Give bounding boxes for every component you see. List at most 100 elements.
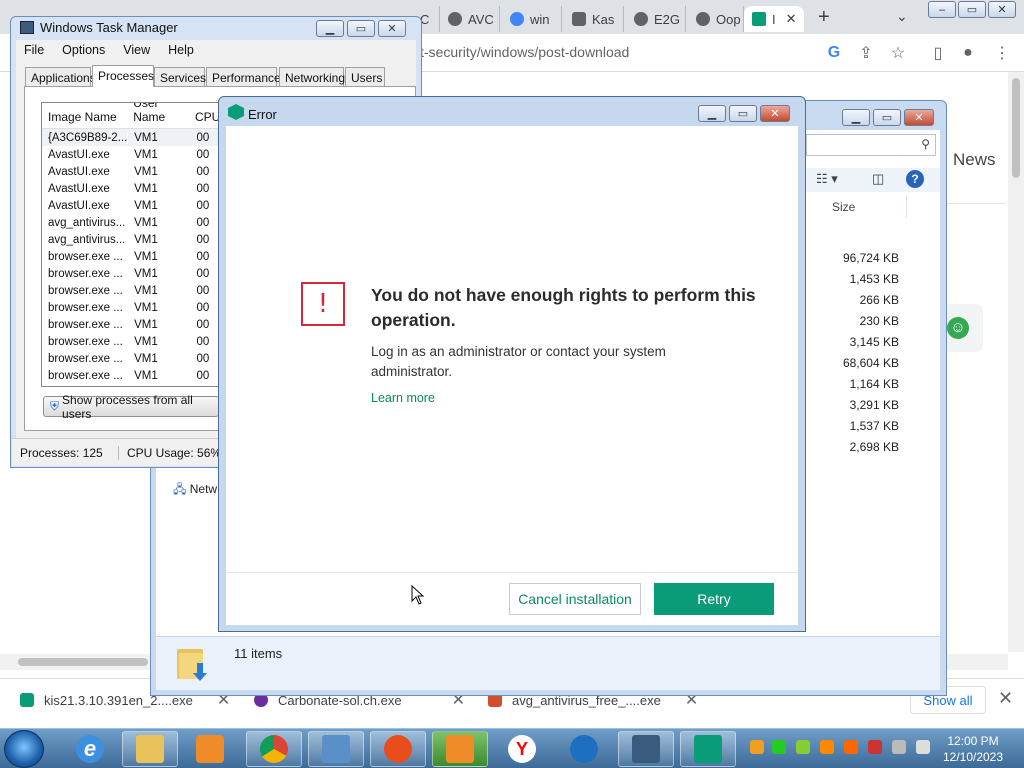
- menu-bar: File Options View Help: [16, 40, 416, 60]
- bookmark-star-icon[interactable]: ☆: [888, 43, 908, 63]
- tab-processes[interactable]: Processes: [92, 65, 154, 87]
- tab-label: win: [530, 11, 550, 27]
- process-row[interactable]: browser.exe ... VM1 00: [42, 265, 220, 282]
- close-button[interactable]: ✕: [760, 105, 790, 122]
- process-row[interactable]: browser.exe ... VM1 00: [42, 248, 220, 265]
- column-image-name[interactable]: Image Name: [42, 110, 126, 124]
- preview-pane-icon[interactable]: ◫: [872, 171, 884, 187]
- tray-network-icon[interactable]: [892, 740, 906, 754]
- tab-applications[interactable]: Applications: [25, 67, 96, 86]
- taskbar-ccleaner[interactable]: [370, 731, 426, 767]
- tab-close-icon[interactable]: ✕: [786, 11, 797, 27]
- taskbar-kaspersky[interactable]: [680, 731, 736, 767]
- maximize-button[interactable]: ▭: [873, 109, 901, 126]
- search-icon: ⚲: [921, 137, 930, 151]
- taskbar-app[interactable]: [556, 731, 612, 767]
- process-row[interactable]: browser.exe ... VM1 00: [42, 333, 220, 350]
- process-row[interactable]: AvastUI.exe VM1 00: [42, 180, 220, 197]
- process-list[interactable]: Image Name User Name CPU {A3C69B89-2... V…: [41, 102, 221, 387]
- maximize-button[interactable]: ▭: [729, 105, 757, 122]
- close-button[interactable]: ✕: [904, 109, 934, 126]
- menu-options[interactable]: Options: [62, 43, 105, 57]
- side-panel-icon[interactable]: ▯: [928, 43, 948, 63]
- taskbar-avast[interactable]: [432, 731, 488, 767]
- minimize-button[interactable]: ▁: [842, 109, 870, 126]
- browser-tab[interactable]: Kas: [564, 6, 624, 32]
- process-row[interactable]: browser.exe ... VM1 00: [42, 299, 220, 316]
- process-row[interactable]: avg_antivirus... VM1 00: [42, 231, 220, 248]
- column-cpu[interactable]: CPU: [190, 110, 220, 124]
- tray-app-icon[interactable]: [820, 740, 834, 754]
- minimize-button[interactable]: ▁: [698, 105, 726, 122]
- menu-file[interactable]: File: [24, 43, 44, 57]
- process-row[interactable]: AvastUI.exe VM1 00: [42, 197, 220, 214]
- menu-view[interactable]: View: [123, 43, 150, 57]
- taskbar-media-player[interactable]: [182, 731, 238, 767]
- tray-app-icon[interactable]: [796, 740, 810, 754]
- kaspersky-icon: [752, 12, 766, 26]
- process-row[interactable]: browser.exe ... VM1 00: [42, 316, 220, 333]
- process-row[interactable]: browser.exe ... VM1 00: [42, 282, 220, 299]
- browser-tab[interactable]: E2G: [626, 6, 686, 32]
- browser-tab-active[interactable]: I ✕: [744, 6, 804, 32]
- tab-search-icon[interactable]: ⌄: [896, 8, 908, 25]
- browser-tab[interactable]: AVC: [440, 6, 500, 32]
- process-row[interactable]: AvastUI.exe VM1 00: [42, 146, 220, 163]
- process-image-cell: AvastUI.exe: [48, 165, 110, 178]
- menu-help[interactable]: Help: [168, 43, 194, 57]
- maximize-button[interactable]: ▭: [347, 20, 375, 37]
- file-size: 96,724 KB: [842, 251, 899, 265]
- share-icon[interactable]: ⇪: [856, 43, 876, 63]
- taskbar-clock[interactable]: 12:00 PM 12/10/2023: [938, 733, 1008, 765]
- taskbar-control-panel[interactable]: [308, 731, 364, 767]
- minimize-button[interactable]: ▁: [316, 20, 344, 37]
- tab-users[interactable]: Users: [345, 67, 385, 86]
- menu-icon[interactable]: ⋮: [992, 43, 1012, 63]
- page-news-link[interactable]: News: [953, 150, 996, 170]
- close-button[interactable]: ✕: [378, 20, 406, 37]
- tab-networking[interactable]: Networking: [279, 67, 345, 86]
- process-row[interactable]: {A3C69B89-2... VM1 00: [42, 129, 220, 146]
- taskbar-ie[interactable]: e: [62, 731, 118, 767]
- process-row[interactable]: browser.exe ... VM1 00: [42, 350, 220, 367]
- start-button[interactable]: [4, 730, 44, 768]
- size-column-header[interactable]: Size: [832, 200, 855, 214]
- help-icon[interactable]: ?: [906, 170, 924, 188]
- process-row[interactable]: AvastUI.exe VM1 00: [42, 163, 220, 180]
- taskbar-task-manager[interactable]: [618, 731, 674, 767]
- tray-flag-icon[interactable]: [868, 740, 882, 754]
- cancel-installation-button[interactable]: Cancel installation: [509, 583, 641, 615]
- scroll-thumb[interactable]: [1012, 78, 1020, 178]
- taskbar-explorer[interactable]: [122, 731, 178, 767]
- maximize-button[interactable]: ▭: [958, 1, 986, 18]
- learn-more-link[interactable]: Learn more: [371, 391, 435, 405]
- tab-services[interactable]: Services: [154, 67, 206, 86]
- minimize-button[interactable]: –: [928, 1, 956, 18]
- address-bar[interactable]: t-security/windows/post-download: [420, 44, 629, 60]
- profile-icon[interactable]: ●: [958, 43, 978, 63]
- google-lens-icon[interactable]: G: [824, 43, 844, 63]
- close-button[interactable]: ✕: [988, 1, 1016, 18]
- explorer-search-input[interactable]: ⚲: [806, 134, 936, 156]
- column-user-name[interactable]: User Name: [126, 103, 190, 124]
- browser-tab[interactable]: Oop: [688, 6, 744, 32]
- page-vertical-scrollbar[interactable]: [1008, 72, 1024, 652]
- show-all-processes-button[interactable]: ⛨ Show processes from all users: [43, 393, 219, 421]
- downloads-close-icon[interactable]: ✕: [998, 688, 1013, 709]
- network-nav-item[interactable]: 🖧 Netw: [173, 480, 217, 501]
- taskbar-chrome[interactable]: [246, 731, 302, 767]
- process-row[interactable]: browser.exe ... VM1 00: [42, 367, 220, 384]
- tray-app-icon[interactable]: [772, 740, 786, 754]
- browser-tab[interactable]: win: [502, 6, 562, 32]
- process-cpu-cell: 00: [196, 301, 210, 314]
- scroll-thumb[interactable]: [18, 658, 148, 666]
- process-row[interactable]: avg_antivirus... VM1 00: [42, 214, 220, 231]
- tray-avast-icon[interactable]: [844, 740, 858, 754]
- view-options-icon[interactable]: ☷ ▾: [816, 171, 838, 187]
- new-tab-button[interactable]: +: [818, 6, 830, 29]
- retry-button[interactable]: Retry: [654, 583, 774, 615]
- tray-search-icon[interactable]: [750, 740, 764, 754]
- tab-performance[interactable]: Performance: [206, 67, 281, 86]
- tray-volume-icon[interactable]: [916, 740, 930, 754]
- taskbar-yandex[interactable]: Y: [494, 731, 550, 767]
